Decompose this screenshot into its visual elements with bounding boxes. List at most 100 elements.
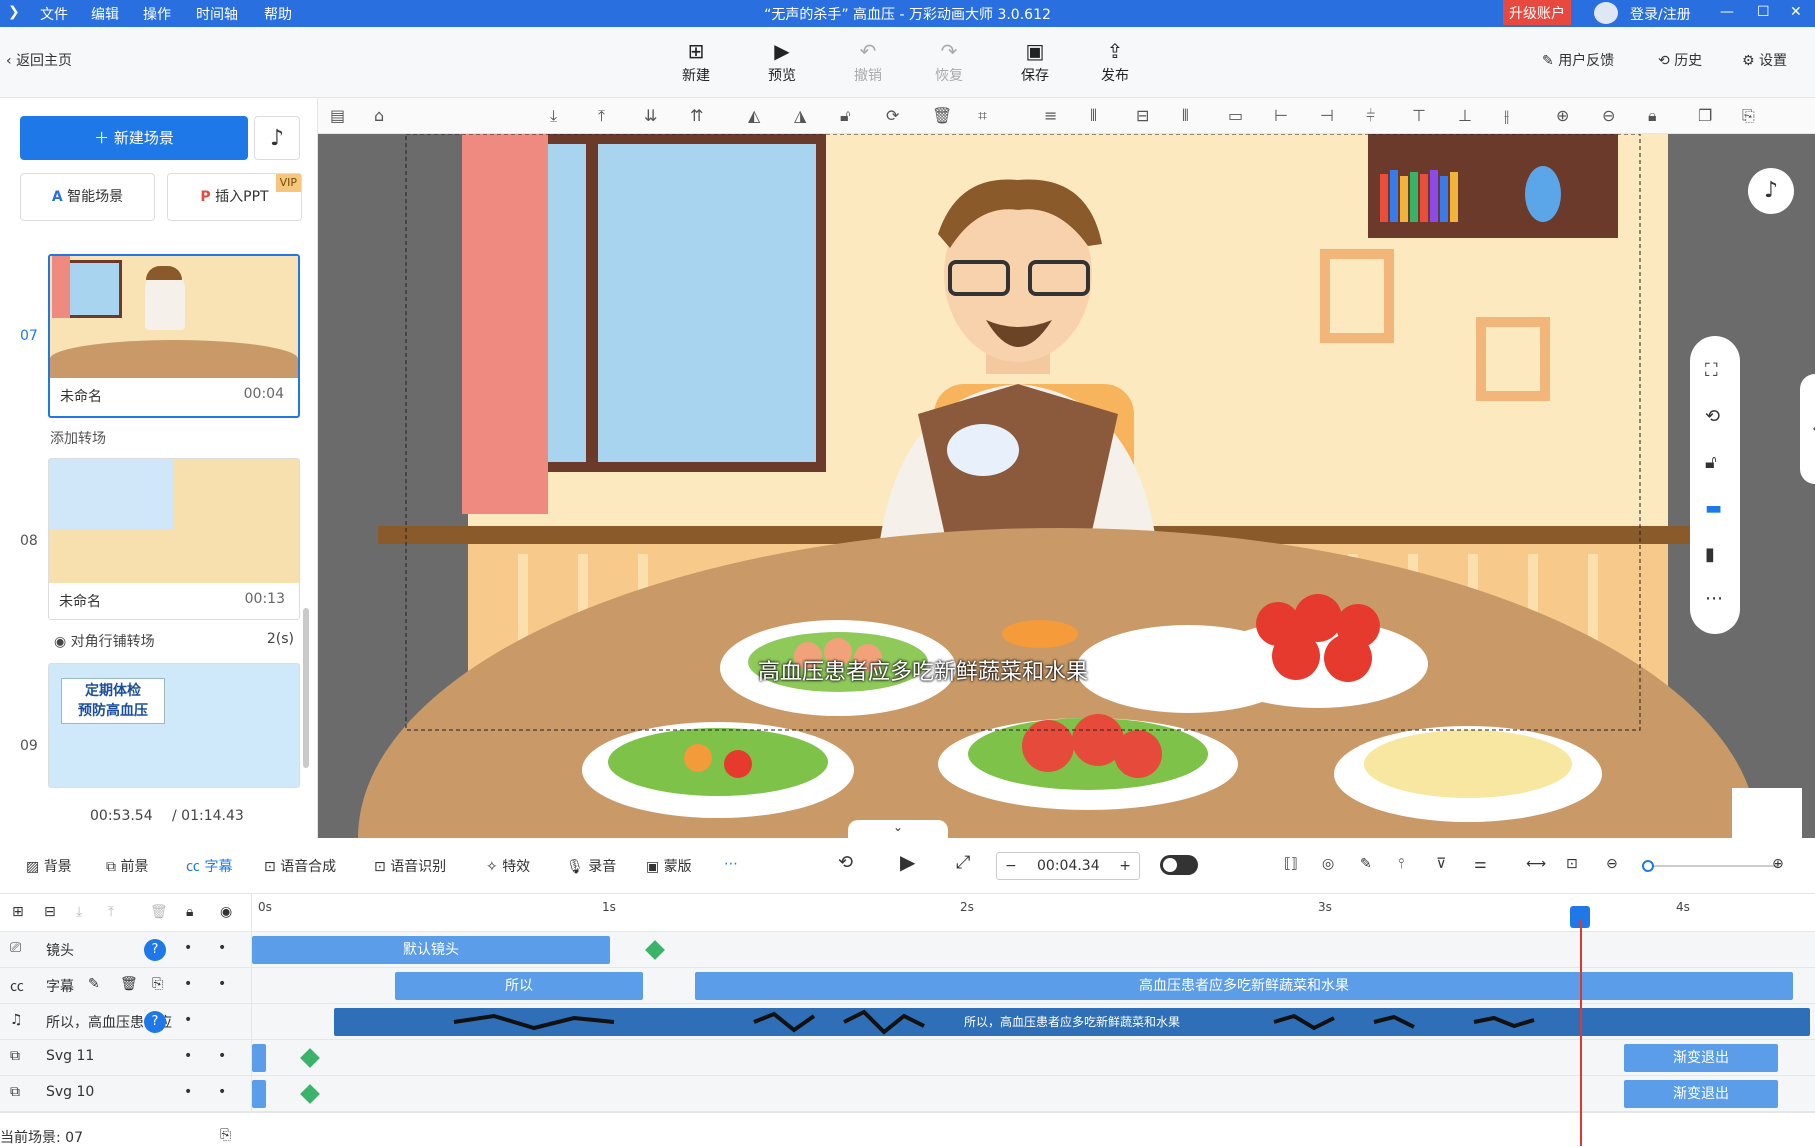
- track-audio[interactable]: ♫ 所以，高血压患者应 ? •: [0, 1004, 252, 1040]
- align-hcenter-icon[interactable]: ⫩: [1366, 106, 1375, 126]
- play-icon[interactable]: ▶: [900, 850, 915, 874]
- move-up-icon[interactable]: ⇈: [690, 106, 703, 125]
- monitor-icon[interactable]: ▬: [1705, 498, 1722, 519]
- distribute-v-icon[interactable]: ▭: [1228, 106, 1243, 125]
- maximize-icon[interactable]: ☐: [1757, 4, 1770, 20]
- fit-width-icon[interactable]: ⟷: [1526, 856, 1546, 872]
- new-scene-button[interactable]: ＋ 新建场景: [20, 116, 248, 160]
- redo-button[interactable]: ↷ 恢复: [924, 39, 974, 85]
- zoom-in-icon[interactable]: ⊕: [1772, 856, 1784, 872]
- edit-icon[interactable]: ✎: [88, 976, 100, 992]
- collapse-icon[interactable]: ‹: [1800, 374, 1815, 484]
- dot-icon[interactable]: •: [218, 940, 226, 956]
- tool-record[interactable]: 🎙︎ 录音: [566, 856, 616, 876]
- more-tools-icon[interactable]: ⋯: [724, 856, 738, 872]
- canvas-subtitle[interactable]: 高血压患者应多吃新鲜蔬菜和水果: [758, 654, 1088, 686]
- track-camera[interactable]: ⎚ 镜头 ? • •: [0, 932, 252, 968]
- dot-icon[interactable]: •: [218, 976, 226, 992]
- track-svg11[interactable]: ⧉ Svg 11 • •: [0, 1040, 252, 1076]
- track-svg10[interactable]: ⧉ Svg 10 • •: [0, 1076, 252, 1112]
- history-link[interactable]: ⟲ 历史: [1658, 50, 1702, 70]
- move-down-icon[interactable]: ⇊: [644, 106, 657, 125]
- exit-clip[interactable]: 渐变退出: [1624, 1080, 1778, 1108]
- new-button[interactable]: ⊞ 新建: [671, 39, 721, 85]
- tool-subtitle[interactable]: ㏄ 字幕: [186, 856, 232, 876]
- align-top-icon[interactable]: ⊤: [1412, 106, 1426, 125]
- feedback-link[interactable]: ✎ 用户反馈: [1542, 50, 1614, 70]
- minus-icon[interactable]: −: [1005, 853, 1017, 879]
- split-icon[interactable]: ⫯: [1398, 856, 1404, 872]
- dot-icon[interactable]: •: [184, 1084, 192, 1100]
- publish-button[interactable]: ⇪ 发布: [1090, 39, 1140, 85]
- edit-icon[interactable]: ✎: [1360, 856, 1372, 872]
- enter-clip[interactable]: [252, 1080, 266, 1108]
- home-icon[interactable]: ⌂: [374, 106, 384, 125]
- eye-icon[interactable]: ◉: [220, 904, 232, 920]
- help-icon[interactable]: ?: [144, 1011, 166, 1033]
- import-icon[interactable]: ⎘: [152, 976, 163, 992]
- camera-clip[interactable]: 默认镜头: [252, 936, 610, 964]
- align-right-icon[interactable]: ⊣: [1320, 106, 1334, 125]
- align-bottom-icon[interactable]: ⊥: [1458, 106, 1472, 125]
- move-bottom-icon[interactable]: ⤓: [550, 106, 557, 126]
- unlock-icon[interactable]: 🔒︎: [1648, 106, 1657, 126]
- delete-icon[interactable]: 🗑︎: [150, 904, 168, 920]
- align-vmiddle-icon[interactable]: ⫲: [1504, 106, 1509, 126]
- subtitle-clip[interactable]: 所以: [395, 972, 643, 1000]
- move-top-icon[interactable]: ⤒: [598, 106, 605, 126]
- rotate-lock-icon[interactable]: ⟲: [1705, 406, 1720, 427]
- add-keyframe-icon[interactable]: [300, 1048, 320, 1068]
- settings-link[interactable]: ⚙ 设置: [1742, 50, 1787, 70]
- more-icon[interactable]: ⋯: [1705, 588, 1723, 609]
- upgrade-button[interactable]: 升级账户: [1503, 0, 1571, 25]
- flip-vertical-icon[interactable]: ◮: [794, 106, 806, 125]
- time-stepper[interactable]: − 00:04.34 +: [996, 852, 1140, 880]
- enter-clip[interactable]: [252, 1044, 266, 1072]
- transition-row[interactable]: ◉ 对角行铺转场 2(s): [54, 631, 294, 651]
- replay-icon[interactable]: ⟲: [838, 852, 853, 873]
- tool-effects[interactable]: ✧ 特效: [486, 856, 530, 876]
- mini-preview[interactable]: [1732, 788, 1802, 838]
- insert-ppt-button[interactable]: P 插入PPT VIP: [167, 173, 302, 221]
- plus-icon[interactable]: +: [1119, 853, 1131, 879]
- align-center-icon[interactable]: ≡: [1044, 106, 1057, 125]
- exit-clip[interactable]: 渐变退出: [1624, 1044, 1778, 1072]
- distribute-h-icon[interactable]: ⫴: [1182, 106, 1189, 126]
- time-value[interactable]: 00:04.34: [1037, 853, 1100, 879]
- lock-icon[interactable]: 🔓︎: [840, 106, 850, 126]
- audio-clip[interactable]: 所以，高血压患者应多吃新鲜蔬菜和水果: [334, 1008, 1810, 1036]
- save-button[interactable]: ▣ 保存: [1010, 39, 1060, 85]
- music-button[interactable]: ♪: [254, 116, 300, 160]
- rotate-icon[interactable]: ⟳: [886, 106, 899, 125]
- expand-down-icon[interactable]: ⌄: [848, 820, 948, 838]
- scene-scrollbar[interactable]: [303, 608, 309, 768]
- zoom-slider[interactable]: [1642, 860, 1778, 872]
- music-note-icon[interactable]: ♪: [1748, 168, 1794, 214]
- preview-button[interactable]: ▶ 预览: [757, 39, 807, 85]
- fullscreen-icon[interactable]: ⛶: [1705, 360, 1718, 381]
- canvas-area[interactable]: 高血压患者应多吃新鲜蔬菜和水果 ♪ ‹ ⌄: [318, 134, 1815, 838]
- phone-icon[interactable]: ▮: [1705, 544, 1715, 565]
- filter-icon[interactable]: ⊽: [1436, 856, 1446, 872]
- add-keyframe-icon[interactable]: [300, 1084, 320, 1104]
- zoom-out-icon[interactable]: ⊖: [1602, 106, 1615, 125]
- tool-asr[interactable]: ⊡ 语音识别: [374, 856, 446, 876]
- delete-icon[interactable]: 🗑︎: [120, 976, 138, 992]
- tool-foreground[interactable]: ⧉ 前景: [106, 856, 148, 876]
- tool-mask[interactable]: ▣ 蒙版: [646, 856, 692, 876]
- close-icon[interactable]: ✕: [1790, 4, 1802, 20]
- copy-icon[interactable]: ❐: [1698, 106, 1712, 125]
- minimize-icon[interactable]: —: [1720, 4, 1734, 20]
- adjust-icon[interactable]: ⚌: [1474, 856, 1487, 872]
- scene-card-08[interactable]: 未命名 00:13: [48, 458, 300, 620]
- dot-icon[interactable]: •: [184, 940, 192, 956]
- smart-scene-button[interactable]: A 智能场景: [20, 173, 155, 221]
- dot-icon[interactable]: •: [218, 1048, 226, 1064]
- dot-icon[interactable]: •: [184, 1048, 192, 1064]
- export-icon[interactable]: ⎘: [220, 1127, 231, 1143]
- fullscreen-icon[interactable]: ⤢: [956, 852, 970, 873]
- undo-button[interactable]: ↶ 撤销: [843, 39, 893, 85]
- tool-tts[interactable]: ⊡ 语音合成: [264, 856, 336, 876]
- subtitle-clip[interactable]: 高血压患者应多吃新鲜蔬菜和水果: [695, 972, 1793, 1000]
- crop-icon[interactable]: ⌗: [978, 106, 987, 126]
